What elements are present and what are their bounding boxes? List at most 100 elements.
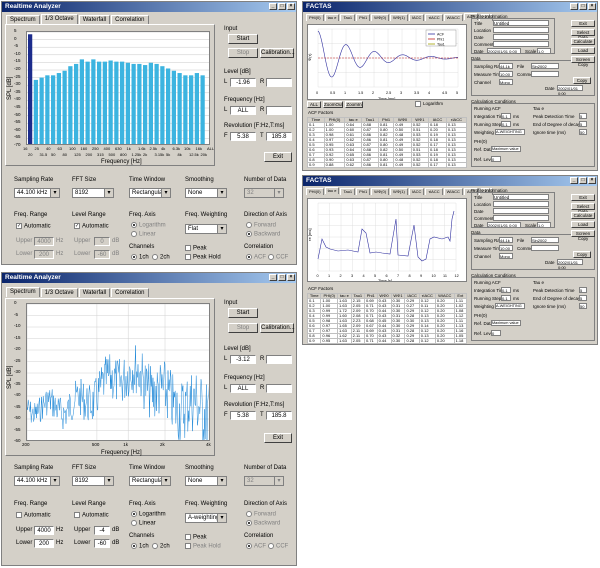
side-button-1[interactable]: Select Data <box>571 203 595 214</box>
profile-field-input[interactable] <box>493 201 549 207</box>
minimize-button[interactable]: _ <box>269 3 277 10</box>
ch2-radio[interactable]: 2ch <box>152 543 170 550</box>
side-button-0[interactable]: Exit <box>571 194 595 201</box>
integration-input[interactable]: 0.1 <box>501 113 511 119</box>
maximize-button[interactable]: □ <box>278 3 286 10</box>
side-button-3[interactable]: Load <box>571 47 595 54</box>
side-button-2[interactable]: Calculate <box>571 212 595 219</box>
weighting-select[interactable]: A-weighting <box>185 513 227 523</box>
tab-7[interactable]: τIACC <box>425 188 443 195</box>
weighting-select[interactable]: A-WEIGHTING <box>495 129 525 135</box>
linear-radio[interactable]: Linear <box>131 520 156 527</box>
tab-4[interactable]: WΦ(0) <box>371 14 390 21</box>
minimize-button[interactable]: _ <box>570 177 578 184</box>
stop-button[interactable]: Stop <box>228 48 258 58</box>
smoothing-select[interactable]: None <box>185 188 227 198</box>
calibration-button[interactable]: Calibration... <box>260 48 295 58</box>
tab-4[interactable]: WΦ(0) <box>371 188 390 195</box>
end-degree-input[interactable]: 5 <box>579 121 587 127</box>
number-of-data-select[interactable]: 32 <box>244 188 284 198</box>
tab-waterfall[interactable]: Waterfall <box>78 288 111 297</box>
backward-radio[interactable]: Backward <box>246 520 280 527</box>
profile-field-input[interactable] <box>493 215 549 221</box>
title-bar[interactable]: FACTAS _ □ × <box>303 2 597 12</box>
smoothing-select[interactable]: None <box>185 476 227 486</box>
maximize-button[interactable]: □ <box>278 274 286 281</box>
lvl-lower-input[interactable]: -60 <box>94 250 110 259</box>
tab-0[interactable]: PHI(0) <box>306 14 324 21</box>
start-button[interactable]: Start <box>228 308 258 318</box>
tab-octave[interactable]: 1/3 Octave <box>40 14 78 24</box>
side-button-4[interactable]: Screen Copy <box>571 56 595 67</box>
zoom-in-button[interactable]: ZoomIn <box>345 101 363 108</box>
integration-input[interactable]: 0.1 <box>501 287 511 293</box>
peak-detect-input[interactable]: 5 <box>579 287 587 293</box>
ignore-input[interactable]: 50 <box>579 129 587 135</box>
peak-hold-checkbox[interactable]: Peak Hold <box>185 543 221 550</box>
running-step-input[interactable]: 0.1 <box>501 295 511 301</box>
table-row[interactable]: 0.9 0.95 1.63 2.05 0.71 0.44 0.30 0.28 0.12 0.20 1… <box>306 338 468 344</box>
profile-field-input[interactable] <box>493 27 549 33</box>
logarithm-checkbox[interactable]: Logarithm <box>415 101 443 107</box>
title-bar[interactable]: Realtime Analyzer _ □ × <box>2 273 296 283</box>
lvl-upper-input[interactable]: 0 <box>94 237 110 246</box>
side-button-4[interactable]: Screen Copy <box>571 230 595 241</box>
lower-input[interactable]: 200 <box>34 539 54 548</box>
title-bar[interactable]: FACTAS _ □ × <box>303 176 597 186</box>
tab-spectrum[interactable]: Spectrum <box>6 15 40 24</box>
ignore-input[interactable]: 50 <box>579 303 587 309</box>
stop-button[interactable]: Stop <box>228 323 258 333</box>
tab-octave[interactable]: 1/3 Octave <box>40 288 78 297</box>
profile-field-input[interactable]: Untitled <box>493 194 549 200</box>
zoom-out-button[interactable]: ZoomOut <box>323 101 343 108</box>
linear-radio[interactable]: Linear <box>131 231 156 238</box>
copy-button[interactable]: Copy <box>573 251 591 258</box>
end-degree-input[interactable]: 5 <box>579 295 587 301</box>
forward-radio[interactable]: Forward <box>246 222 276 229</box>
profile-field-input[interactable]: Untitled <box>493 20 549 26</box>
weighting-select[interactable]: Flat <box>185 224 227 234</box>
lvl-lower-input[interactable]: -60 <box>94 539 110 548</box>
tab-spectrum[interactable]: Spectrum <box>6 287 40 297</box>
backward-radio[interactable]: Backward <box>246 231 280 238</box>
minimize-button[interactable]: _ <box>570 3 578 10</box>
exit-button[interactable]: Exit <box>264 433 292 443</box>
tab-correlation[interactable]: Correlation <box>111 15 149 24</box>
calibration-button[interactable]: Calibration... <box>260 323 295 333</box>
tab-1[interactable]: tau e <box>324 187 340 194</box>
ccf-radio[interactable]: CCF <box>268 254 288 261</box>
tab-8[interactable]: WIACC <box>443 188 463 195</box>
upper-input[interactable]: 4000 <box>34 237 54 246</box>
table-row[interactable]: 0.9 0.88 0.62 0.86 0.81 0.49 0.52 0.17 0.13 <box>307 162 468 168</box>
lvl-upper-input[interactable]: -4 <box>94 526 110 535</box>
side-button-0[interactable]: Exit <box>571 20 595 27</box>
tab-1[interactable]: tau e <box>324 14 340 21</box>
freq-range-automatic-checkbox[interactable]: ✓ Automatic <box>16 223 51 230</box>
weighting-select[interactable]: A-WEIGHTING <box>495 303 525 309</box>
all-button[interactable]: ALL <box>307 101 321 108</box>
level-range-automatic-checkbox[interactable]: ✓ Automatic <box>74 223 109 230</box>
level-range-automatic-checkbox[interactable]: Automatic <box>74 512 109 519</box>
maximize-button[interactable]: □ <box>579 3 587 10</box>
logarithm-radio[interactable]: Logarithm <box>131 511 166 518</box>
time-window-select[interactable]: Rectangular <box>129 476 171 486</box>
fft-size-select[interactable]: 8192 <box>72 188 114 198</box>
acf-radio[interactable]: ACF <box>246 543 266 550</box>
tab-0[interactable]: PHI(0) <box>306 188 324 195</box>
lower-input[interactable]: 200 <box>34 250 54 259</box>
tab-3[interactable]: Phi1 <box>356 14 371 21</box>
tab-waterfall[interactable]: Waterfall <box>78 15 111 24</box>
upper-input[interactable]: 4000 <box>34 526 54 535</box>
tab-6[interactable]: IACC <box>408 14 425 21</box>
ch1-radio[interactable]: 1ch <box>131 254 149 261</box>
number-of-data-select[interactable]: 32 <box>244 476 284 486</box>
tab-5[interactable]: WΦ(1) <box>390 188 408 195</box>
tab-2[interactable]: Tau1 <box>340 14 356 21</box>
logarithm-radio[interactable]: Logarithm <box>131 222 166 229</box>
minimize-button[interactable]: _ <box>269 274 277 281</box>
freq-range-automatic-checkbox[interactable]: Automatic <box>16 512 51 519</box>
profile-field-input[interactable] <box>493 34 549 40</box>
ccf-radio[interactable]: CCF <box>268 543 288 550</box>
tab-5[interactable]: WΦ(1) <box>390 14 408 21</box>
exit-button[interactable]: Exit <box>264 152 292 162</box>
